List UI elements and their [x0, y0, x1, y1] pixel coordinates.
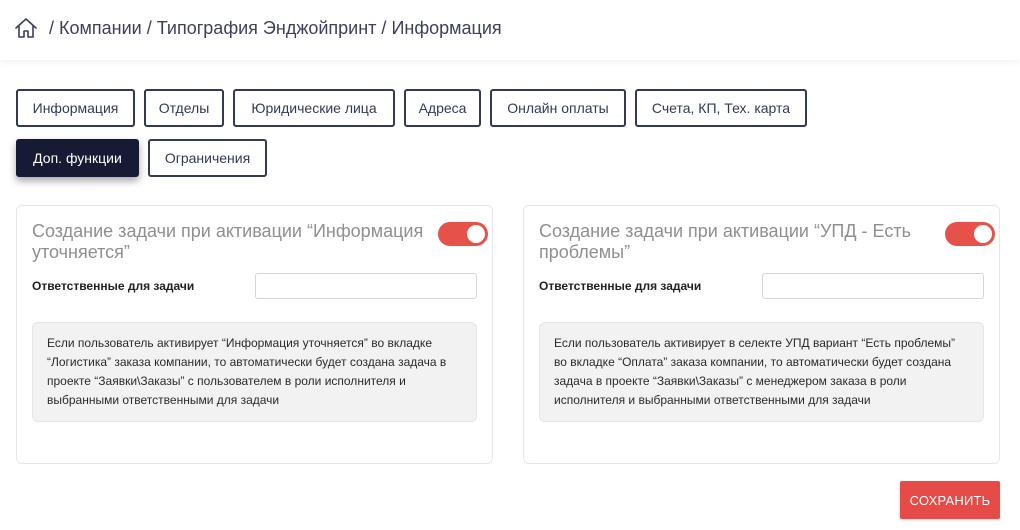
card-title: Создание задачи при активации “УПД - Ест…: [539, 221, 911, 262]
breadcrumb-company[interactable]: Типография Энджойпринт: [157, 18, 377, 39]
tab-invoices[interactable]: Счета, КП, Тех. карта: [635, 89, 807, 127]
breadcrumb-current: Информация: [391, 17, 502, 38]
responsible-label: Ответственные для задачи: [32, 279, 195, 293]
toggle-switch[interactable]: [945, 222, 995, 246]
tab-online-payments[interactable]: Онлайн оплаты: [490, 89, 626, 127]
breadcrumb-separator: /: [49, 17, 55, 38]
tab-extra-functions[interactable]: Доп. функции: [16, 139, 139, 177]
responsible-input[interactable]: [255, 273, 477, 299]
toggle-knob: [467, 225, 485, 243]
info-note: Если пользователь активирует в селекте У…: [539, 322, 984, 422]
save-button[interactable]: СОХРАНИТЬ: [900, 481, 1000, 519]
breadcrumb-separator: /: [381, 17, 387, 38]
top-header: / Компании / Типография Энджойпринт / Ин…: [0, 0, 1020, 60]
tab-addresses[interactable]: Адреса: [404, 89, 481, 127]
tab-information[interactable]: Информация: [16, 89, 135, 127]
breadcrumb-companies[interactable]: Компании: [59, 18, 142, 39]
card-title: Создание задачи при активации “Информаци…: [32, 221, 424, 262]
tab-legal-entities[interactable]: Юридические лица: [233, 89, 395, 127]
info-note: Если пользователь активирует “Информация…: [32, 322, 477, 422]
home-icon[interactable]: [14, 17, 38, 39]
task-card-upd-problems: Создание задачи при активации “УПД - Ест…: [523, 205, 1000, 464]
tab-restrictions[interactable]: Ограничения: [148, 139, 267, 177]
breadcrumb-separator: /: [146, 17, 152, 38]
toggle-knob: [974, 225, 992, 243]
breadcrumb: / Компании / Типография Энджойпринт / Ин…: [14, 17, 502, 39]
tab-departments[interactable]: Отделы: [144, 89, 224, 127]
responsible-input[interactable]: [762, 273, 984, 299]
responsible-label: Ответственные для задачи: [539, 279, 702, 293]
task-card-info-clarify: Создание задачи при активации “Информаци…: [16, 205, 493, 464]
toggle-switch[interactable]: [438, 222, 488, 246]
